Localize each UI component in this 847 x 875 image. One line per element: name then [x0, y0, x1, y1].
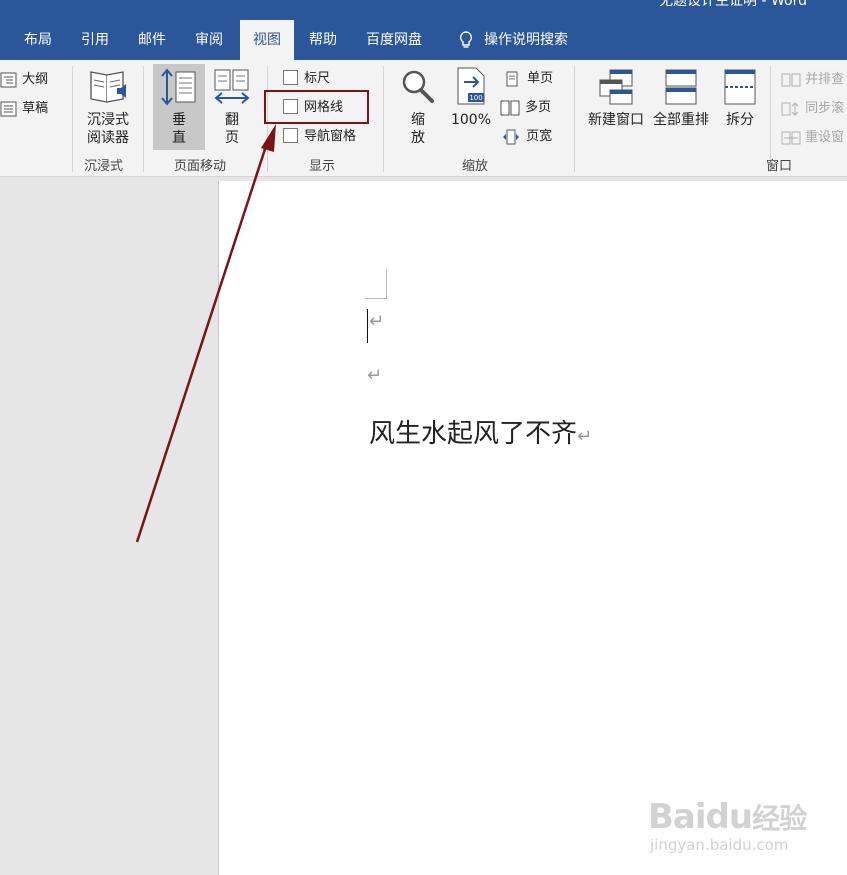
group-label-show: 显示	[309, 159, 336, 174]
multiple-pages-label: 多页	[525, 100, 552, 115]
new-window-button[interactable]: 新建窗口	[584, 68, 648, 129]
view-side-by-side-button[interactable]: 并排查	[781, 68, 844, 87]
outline-view-icon	[0, 72, 17, 87]
multiple-pages-button[interactable]: 多页	[500, 96, 551, 116]
page-width-icon	[503, 129, 519, 144]
tell-me-label: 操作说明搜索	[484, 32, 568, 48]
separator	[72, 66, 73, 172]
paragraph-mark: ↵	[369, 311, 385, 332]
ruler-checkbox[interactable]	[283, 70, 298, 85]
zoom-100-icon: 100	[457, 67, 485, 105]
split-icon	[724, 69, 756, 105]
synchronous-scrolling-button[interactable]: 同步滚	[781, 97, 844, 116]
tab-review[interactable]: 审阅	[195, 20, 223, 60]
separator	[574, 66, 575, 172]
zoom-label-1: 缩	[411, 112, 425, 128]
magnifier-icon	[402, 70, 434, 103]
zoom-label-2: 放	[411, 130, 425, 146]
zoom-button[interactable]: 缩 放	[395, 68, 441, 147]
split-button[interactable]: 拆分	[717, 68, 763, 129]
title-bar: 无题设计生证明 - Word	[0, 0, 847, 20]
vertical-label-2: 直	[172, 130, 186, 146]
page-width-label: 页宽	[526, 129, 553, 144]
vertical-label-1: 垂	[172, 112, 186, 128]
document-page[interactable]: ↵ ↵ 风生水起风了不齐↵	[218, 181, 847, 875]
tab-baidu-netdisk[interactable]: 百度网盘	[366, 20, 422, 60]
tab-mailings[interactable]: 邮件	[138, 20, 166, 60]
side-by-side-icon	[781, 73, 801, 86]
paragraph-mark: ↵	[367, 365, 383, 386]
gridlines-highlight-box	[264, 90, 369, 124]
ruler-label: 标尺	[304, 71, 331, 86]
ribbon-view: 大纲 草稿 沉浸式 阅读器 沉浸式 垂 直 翻 页 页面移动 标尺 网格线 导航…	[0, 60, 847, 177]
margin-corner-mark	[365, 269, 387, 299]
separator	[143, 66, 144, 172]
split-label: 拆分	[726, 112, 754, 128]
arrange-all-icon	[665, 69, 697, 105]
outline-button[interactable]: 大纲	[0, 68, 48, 88]
vertical-page-movement-button[interactable]: 垂 直	[153, 64, 205, 150]
baidu-watermark-logo: Baidu经验	[648, 797, 807, 837]
lightbulb-icon	[459, 31, 473, 48]
group-label-immersive: 沉浸式	[84, 159, 124, 174]
one-page-label: 单页	[527, 71, 554, 86]
navigation-pane-checkbox[interactable]	[283, 128, 298, 143]
outline-label: 大纲	[22, 72, 49, 87]
new-window-icon	[599, 69, 633, 105]
group-label-zoom: 缩放	[462, 159, 489, 174]
document-text-line[interactable]: 风生水起风了不齐↵	[369, 413, 592, 450]
immersive-reader-icon	[90, 71, 126, 103]
arrange-all-label: 全部重排	[653, 112, 709, 128]
paragraph-text: 风生水起风了不齐	[369, 419, 578, 449]
group-label-page-movement: 页面移动	[174, 159, 227, 174]
reset-window-position-button[interactable]: 重设窗	[781, 126, 844, 145]
side-by-side-label: 并排查	[805, 72, 845, 87]
draft-button[interactable]: 草稿	[0, 97, 48, 117]
flip-label-1: 翻	[225, 112, 239, 128]
new-window-label: 新建窗口	[588, 112, 644, 128]
one-page-button[interactable]: 单页	[504, 67, 553, 87]
side-to-side-button[interactable]: 翻 页	[208, 68, 256, 147]
separator	[383, 66, 384, 172]
draft-label: 草稿	[22, 101, 49, 116]
window-title: 无题设计生证明 - Word	[659, 0, 807, 9]
zoom-100-label: 100%	[450, 112, 492, 128]
paragraph-mark: ↵	[577, 426, 593, 447]
sync-scroll-icon	[781, 101, 799, 116]
reset-window-icon	[781, 131, 801, 144]
side-to-side-icon	[214, 69, 250, 104]
page-width-button[interactable]: 页宽	[502, 125, 552, 145]
multiple-pages-icon	[500, 100, 520, 115]
navigation-pane-label: 导航窗格	[304, 129, 357, 144]
immersive-reader-label-1: 沉浸式	[87, 112, 129, 128]
svg-text:100: 100	[469, 94, 482, 102]
tell-me-search[interactable]: 操作说明搜索	[458, 20, 568, 60]
immersive-reader-button[interactable]: 沉浸式 阅读器	[80, 68, 136, 147]
text-cursor	[367, 309, 368, 343]
ribbon-tabs: 布局 引用 邮件 审阅 视图 帮助 百度网盘 操作说明搜索	[0, 20, 847, 60]
arrange-all-button[interactable]: 全部重排	[650, 68, 712, 129]
group-label-window: 窗口	[766, 159, 793, 174]
vertical-scroll-icon	[161, 68, 196, 106]
tab-help[interactable]: 帮助	[309, 20, 337, 60]
tab-view[interactable]: 视图	[240, 20, 294, 60]
tab-references[interactable]: 引用	[81, 20, 109, 60]
immersive-reader-label-2: 阅读器	[87, 130, 129, 146]
one-page-icon	[506, 71, 518, 86]
flip-label-2: 页	[225, 130, 239, 146]
reset-window-label: 重设窗	[805, 130, 845, 145]
tab-layout[interactable]: 布局	[24, 20, 52, 60]
baidu-watermark-url: jingyan.baidu.com	[650, 836, 789, 854]
draft-view-icon	[0, 101, 17, 116]
sync-scroll-label: 同步滚	[805, 101, 845, 116]
zoom-100-button[interactable]: 100 100%	[448, 66, 494, 129]
